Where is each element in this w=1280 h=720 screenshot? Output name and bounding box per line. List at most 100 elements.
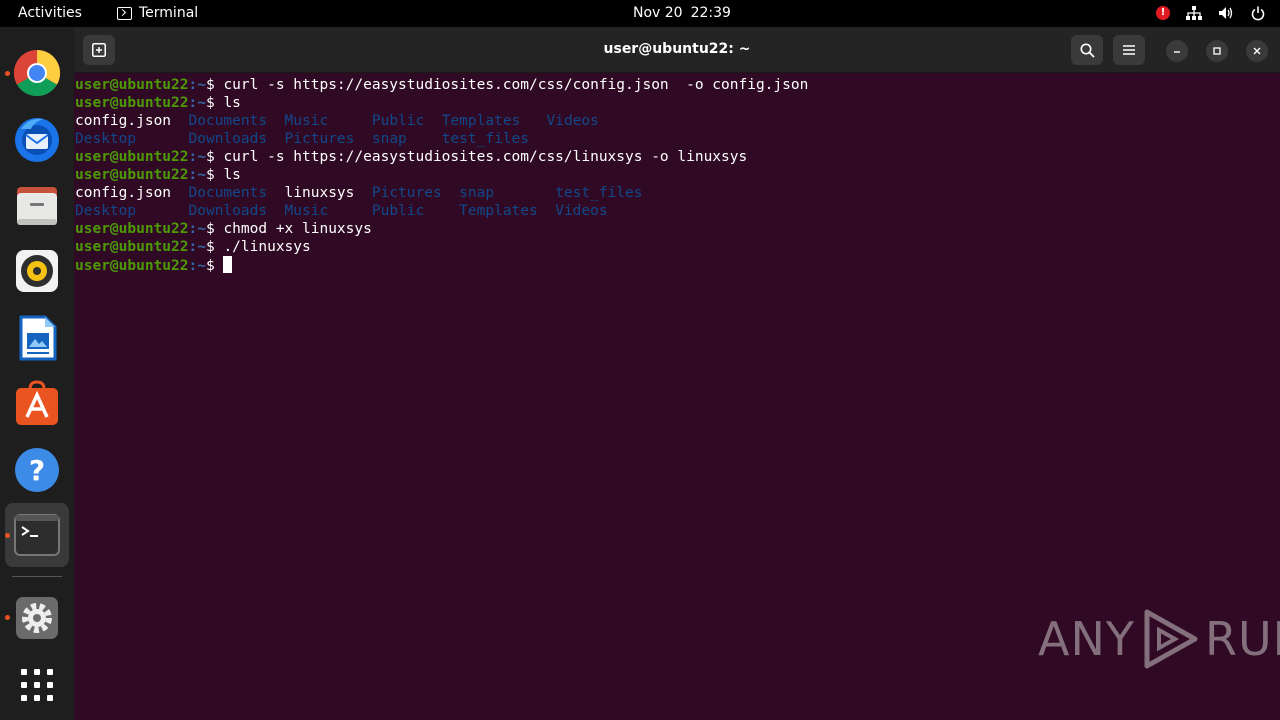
directory-entry: Downloads — [188, 131, 268, 147]
directory-entry: test_files — [555, 185, 643, 201]
prompt-dollar: $ — [205, 149, 224, 165]
prompt-user: user@ubuntu22 — [75, 258, 189, 274]
minimize-icon — [1174, 51, 1180, 53]
column-gap — [494, 185, 555, 201]
prompt-path: :~ — [188, 77, 206, 93]
column-gap — [538, 203, 555, 219]
settings-icon[interactable] — [13, 594, 61, 642]
rhythmbox-icon[interactable] — [13, 247, 61, 295]
command-text: ls — [223, 95, 241, 111]
directory-entry: Music — [284, 203, 329, 219]
prompt-path: :~ — [188, 149, 206, 165]
svg-text:?: ? — [29, 454, 45, 487]
ls-output-row: config.json Documents Music Public Templ… — [75, 112, 1270, 130]
clock[interactable]: Nov 20 22:39 — [633, 5, 731, 21]
column-gap — [136, 203, 188, 219]
directory-entry: Public — [371, 203, 425, 219]
thunderbird-icon[interactable] — [13, 115, 61, 163]
prompt-dollar: $ — [205, 221, 224, 237]
column-gap — [267, 113, 284, 129]
network-icon[interactable] — [1186, 5, 1202, 21]
file-entry: config.json — [75, 185, 172, 201]
maximize-button[interactable] — [1206, 40, 1228, 62]
column-gap — [136, 131, 188, 147]
search-icon — [1080, 43, 1095, 58]
prompt-path: :~ — [188, 258, 206, 274]
power-icon[interactable] — [1250, 5, 1266, 21]
prompt-dollar: $ — [205, 167, 224, 183]
chrome-icon[interactable] — [13, 49, 61, 97]
column-gap — [442, 185, 459, 201]
running-indicator — [5, 615, 10, 620]
prompt-user: user@ubuntu22 — [75, 239, 189, 255]
system-tray[interactable]: ! — [1156, 5, 1266, 21]
command-text: ls — [223, 167, 241, 183]
prompt-dollar: $ — [205, 77, 224, 93]
app-name: Terminal — [139, 5, 199, 21]
search-button[interactable] — [1071, 35, 1103, 65]
ls-output-row: Desktop Downloads Music Public Templates… — [75, 202, 1270, 220]
hamburger-icon — [1123, 45, 1135, 55]
show-apps-icon[interactable] — [13, 661, 61, 709]
command-line: user@ubuntu22:~$ — [75, 256, 1270, 274]
command-line: user@ubuntu22:~$ ls — [75, 94, 1270, 112]
directory-entry: Pictures — [284, 131, 355, 147]
prompt-user: user@ubuntu22 — [75, 221, 189, 237]
column-gap — [520, 113, 546, 129]
column-gap — [267, 185, 284, 201]
directory-entry: Videos — [555, 203, 608, 219]
command-line: user@ubuntu22:~$ ./linuxsys — [75, 238, 1270, 256]
volume-icon[interactable] — [1218, 5, 1234, 21]
directory-entry: Desktop — [75, 203, 137, 219]
prompt-dollar: $ — [205, 95, 224, 111]
prompt-dollar: $ — [205, 239, 224, 255]
directory-entry: Public — [371, 113, 425, 129]
ls-output-row: Desktop Downloads Pictures snap test_fil… — [75, 130, 1270, 148]
close-icon — [1253, 47, 1261, 55]
command-text: curl -s https://easystudiosites.com/css/… — [223, 77, 809, 93]
file-entry: config.json — [75, 113, 172, 129]
directory-entry: Templates — [459, 203, 538, 219]
directory-entry: Videos — [546, 113, 599, 129]
play-logo-icon — [1144, 609, 1198, 669]
close-button[interactable] — [1246, 40, 1268, 62]
libreoffice-writer-icon[interactable] — [13, 314, 61, 362]
terminal-icon[interactable] — [13, 512, 61, 560]
menu-button[interactable] — [1113, 35, 1145, 65]
command-text: ./linuxsys — [223, 239, 311, 255]
help-icon[interactable]: ? — [13, 446, 61, 494]
prompt-user: user@ubuntu22 — [75, 149, 189, 165]
alert-icon[interactable]: ! — [1156, 6, 1170, 20]
column-gap — [267, 131, 284, 147]
watermark-left: ANY — [1038, 612, 1135, 666]
prompt-user: user@ubuntu22 — [75, 95, 189, 111]
terminal-mini-icon — [117, 6, 132, 20]
files-icon[interactable] — [13, 181, 61, 229]
prompt-user: user@ubuntu22 — [75, 77, 189, 93]
directory-entry: snap — [459, 185, 495, 201]
app-menu[interactable]: Terminal — [117, 5, 198, 21]
watermark-right: RUN — [1204, 612, 1280, 666]
directory-entry: Downloads — [188, 203, 268, 219]
column-gap — [424, 203, 459, 219]
maximize-icon — [1213, 47, 1221, 55]
command-text: chmod +x linuxsys — [223, 221, 372, 237]
command-text: curl -s https://easystudiosites.com/css/… — [223, 149, 748, 165]
prompt-path: :~ — [188, 167, 206, 183]
minimize-button[interactable] — [1166, 40, 1188, 62]
prompt-user: user@ubuntu22 — [75, 167, 189, 183]
column-gap — [171, 185, 188, 201]
column-gap — [424, 113, 441, 129]
prompt-path: :~ — [188, 221, 206, 237]
dock: ? — [0, 27, 74, 720]
directory-entry: snap — [371, 131, 407, 147]
directory-entry: Desktop — [75, 131, 137, 147]
app-center-icon[interactable] — [13, 380, 61, 428]
command-line: user@ubuntu22:~$ ls — [75, 166, 1270, 184]
command-line: user@ubuntu22:~$ curl -s https://easystu… — [75, 148, 1270, 166]
activities-button[interactable]: Activities — [18, 5, 82, 21]
column-gap — [354, 131, 371, 147]
clock-date: Nov 20 — [633, 5, 683, 21]
directory-entry: Documents — [188, 113, 268, 129]
dock-separator — [12, 576, 62, 577]
